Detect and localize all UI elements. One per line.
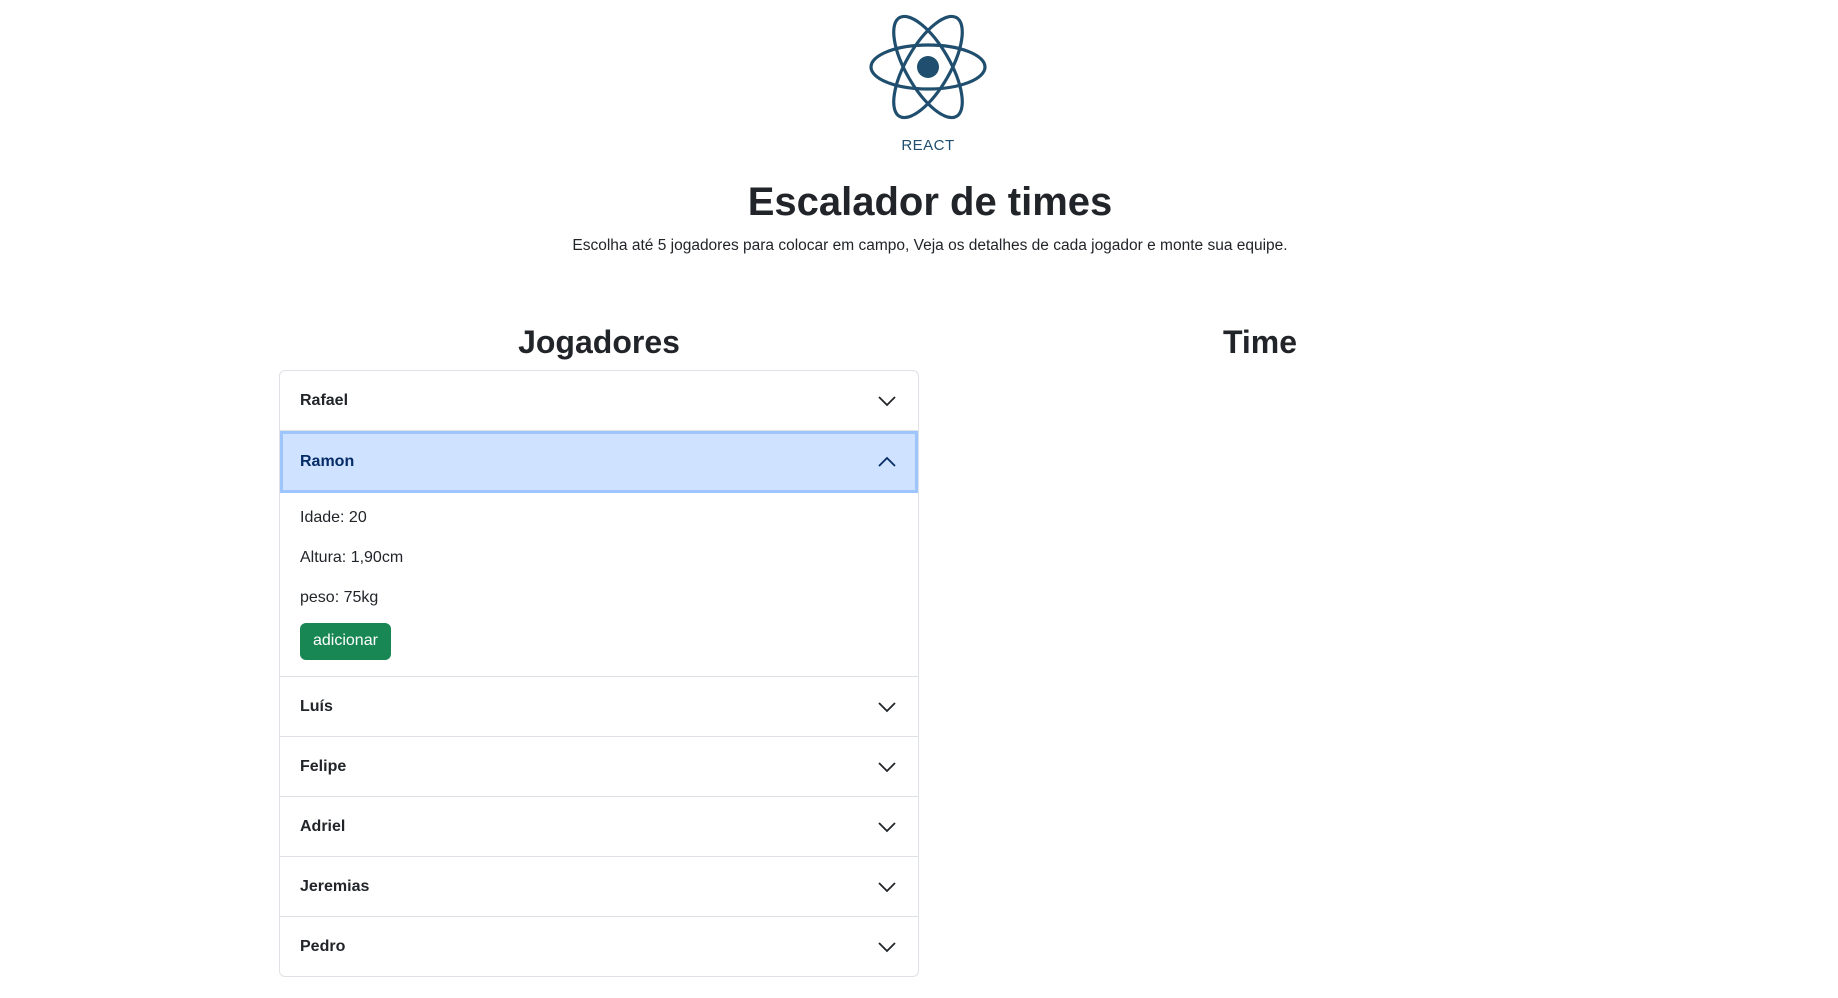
- player-name: Pedro: [300, 937, 346, 955]
- player-item-jeremias: Jeremias: [280, 856, 918, 916]
- player-age: Idade: 20: [300, 509, 367, 526]
- team-column-title: Time: [1222, 324, 1298, 360]
- player-header-ramon[interactable]: Ramon: [280, 431, 918, 493]
- player-item-ramon: Ramon Idade: 20 Altura: 1,90cm peso: 75k…: [280, 430, 918, 676]
- player-height: Altura: 1,90cm: [300, 549, 404, 566]
- player-header-rafael[interactable]: Rafael: [280, 371, 918, 430]
- player-name: Rafael: [300, 391, 349, 409]
- add-player-button[interactable]: adicionar: [300, 623, 391, 660]
- player-header-felipe[interactable]: Felipe: [280, 737, 918, 796]
- players-column-title: Jogadores: [518, 324, 680, 360]
- chevron-down-icon: [876, 936, 898, 958]
- player-item-felipe: Felipe: [280, 736, 918, 796]
- page-title: Escalador de times: [747, 180, 1113, 224]
- player-name: Adriel: [300, 817, 346, 835]
- logo-label: REACT: [901, 137, 955, 154]
- react-atom-icon: [868, 10, 988, 120]
- players-accordion: Rafael Ramon Idade: 20 Altura: 1,90cm pe…: [279, 370, 919, 977]
- player-name: Ramon: [300, 453, 355, 470]
- player-item-luis: Luís: [280, 676, 918, 736]
- chevron-down-icon: [876, 756, 898, 778]
- page-subtitle: Escolha até 5 jogadores para colocar em …: [572, 237, 1288, 254]
- player-details-ramon: Idade: 20 Altura: 1,90cm peso: 75kg adic…: [280, 493, 918, 676]
- chevron-down-icon: [876, 876, 898, 898]
- player-item-adriel: Adriel: [280, 796, 918, 856]
- player-header-adriel[interactable]: Adriel: [280, 797, 918, 856]
- player-item-rafael: Rafael: [280, 371, 918, 430]
- player-item-pedro: Pedro: [280, 916, 918, 976]
- chevron-up-icon: [876, 451, 898, 473]
- player-header-jeremias[interactable]: Jeremias: [280, 857, 918, 916]
- chevron-down-icon: [876, 390, 898, 412]
- player-name: Felipe: [300, 757, 347, 775]
- chevron-down-icon: [876, 816, 898, 838]
- player-header-luis[interactable]: Luís: [280, 677, 918, 736]
- player-name: Luís: [300, 697, 333, 715]
- chevron-down-icon: [876, 696, 898, 718]
- player-name: Jeremias: [300, 877, 370, 895]
- player-header-pedro[interactable]: Pedro: [280, 917, 918, 976]
- player-weight: peso: 75kg: [300, 589, 379, 606]
